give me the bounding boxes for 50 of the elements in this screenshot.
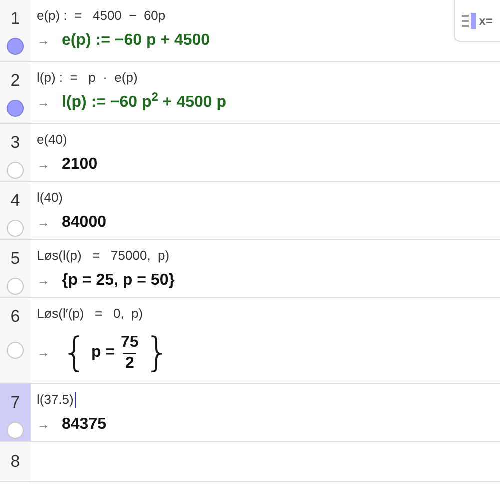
input-field[interactable]: Løs(l′(p) = 0, p) bbox=[37, 304, 144, 324]
row-number: 1 bbox=[10, 8, 20, 30]
output-expression: {p = 25, p = 50} bbox=[62, 271, 175, 291]
output-expression: 84375 bbox=[62, 415, 106, 435]
row-gutter[interactable]: 2 bbox=[0, 62, 31, 123]
visibility-toggle[interactable] bbox=[7, 100, 24, 116]
input-field[interactable]: l(p) : = p · e(p) bbox=[37, 68, 138, 88]
row-number: 5 bbox=[10, 248, 20, 270]
arrow-icon: → bbox=[37, 31, 50, 51]
arrow-icon: → bbox=[37, 343, 50, 363]
visibility-toggle[interactable] bbox=[7, 342, 24, 358]
input-field[interactable]: l(37.5) bbox=[37, 390, 74, 410]
row-gutter[interactable]: 4 bbox=[0, 182, 31, 239]
row-gutter[interactable]: 5 bbox=[0, 240, 31, 297]
output-expression: 2100 bbox=[62, 155, 98, 175]
arrow-icon: → bbox=[37, 271, 50, 291]
output-expression: l(p) := −60 p$^{2}$ + 4500 p bbox=[62, 91, 227, 113]
arrow-icon: → bbox=[37, 93, 50, 113]
arrow-icon: → bbox=[37, 415, 50, 435]
visibility-toggle[interactable] bbox=[7, 422, 24, 438]
open-brace: { bbox=[62, 333, 88, 373]
input-field[interactable]: e(p) : = 4500 − 60p bbox=[37, 6, 166, 26]
output-expression: 84000 bbox=[62, 213, 106, 233]
row-number: 6 bbox=[10, 306, 20, 328]
output-expression: e(p) := −60 p + 4500 bbox=[62, 31, 210, 51]
row-gutter[interactable]: 6 bbox=[0, 298, 31, 383]
output-expression: p = bbox=[91, 343, 116, 363]
input-field[interactable]: e(40) bbox=[37, 130, 68, 150]
visibility-toggle[interactable] bbox=[7, 38, 24, 54]
list-icon bbox=[462, 12, 478, 28]
visibility-toggle[interactable] bbox=[7, 220, 24, 236]
text-cursor bbox=[74, 392, 76, 408]
visibility-toggle[interactable] bbox=[7, 162, 24, 178]
row-gutter[interactable]: 1 bbox=[0, 0, 31, 61]
algebra-toggle-button[interactable]: x= bbox=[454, 0, 500, 42]
row-number: 7 bbox=[10, 392, 20, 414]
fraction: 75 2 bbox=[120, 332, 140, 374]
row-number: 8 bbox=[10, 450, 20, 473]
input-field[interactable]: Løs(l(p) = 75000, p) bbox=[37, 246, 170, 266]
close-brace: } bbox=[144, 333, 170, 373]
row-gutter[interactable]: 8 bbox=[0, 442, 31, 481]
row-number: 2 bbox=[10, 70, 20, 92]
arrow-icon: → bbox=[37, 155, 50, 175]
row-number: 3 bbox=[10, 132, 20, 154]
arrow-icon: → bbox=[37, 213, 50, 233]
row-gutter[interactable]: 3 bbox=[0, 124, 31, 181]
row-number: 4 bbox=[10, 190, 20, 212]
input-field[interactable]: l(40) bbox=[37, 188, 64, 208]
row-gutter[interactable]: 7 bbox=[0, 384, 31, 441]
visibility-toggle[interactable] bbox=[7, 278, 24, 294]
